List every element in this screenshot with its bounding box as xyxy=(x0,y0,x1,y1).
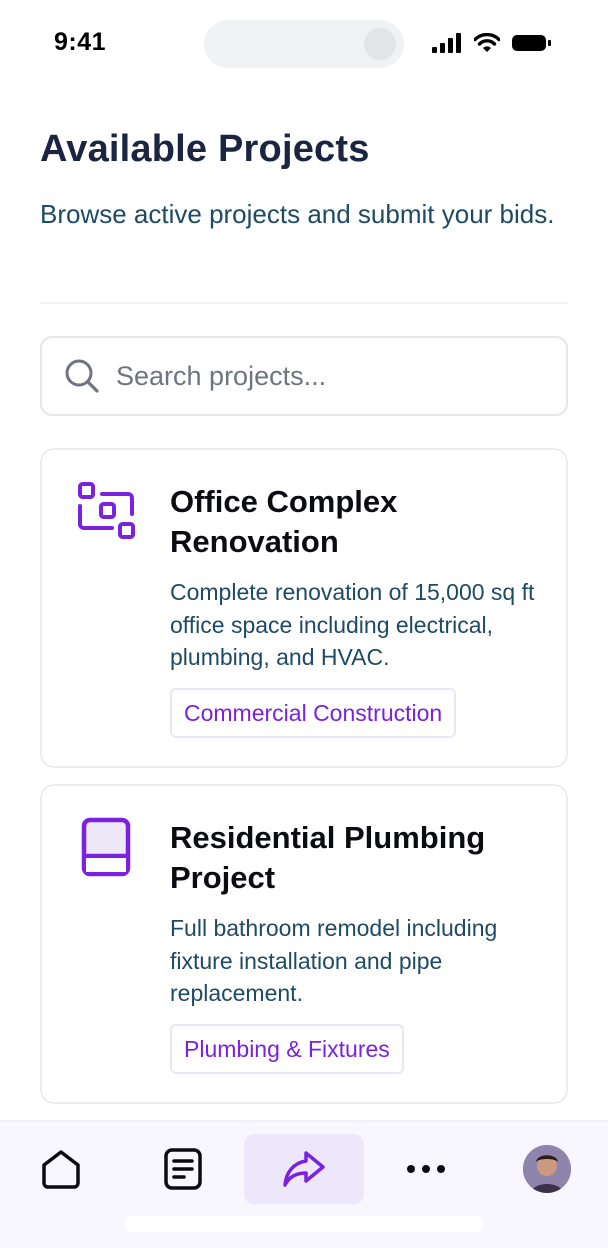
project-title: Office Complex Renovation xyxy=(170,484,398,559)
home-icon xyxy=(42,1150,80,1189)
project-title: Residential Plumbing Project xyxy=(170,820,486,895)
category-badge: Plumbing & Fixtures xyxy=(170,1024,404,1074)
home-indicator xyxy=(124,1216,484,1232)
signal-icon xyxy=(432,33,461,53)
status-time: 9:41 xyxy=(54,28,107,56)
project-card[interactable]: Residential Plumbing Project Full bathro… xyxy=(40,784,568,1104)
dynamic-island xyxy=(204,20,404,68)
status-icons xyxy=(432,33,552,53)
page-title: Available Projects xyxy=(40,128,370,170)
book-icon xyxy=(81,817,131,877)
battery-icon xyxy=(512,35,551,51)
layout-blocks-icon xyxy=(78,482,135,539)
project-card[interactable]: Office Complex Renovation Complete renov… xyxy=(40,448,568,768)
page-subtitle: Browse active projects and submit your b… xyxy=(40,199,555,229)
search-input[interactable] xyxy=(116,354,546,398)
bottom-nav xyxy=(0,1120,608,1248)
search-bar[interactable] xyxy=(40,336,568,416)
avatar xyxy=(523,1145,571,1193)
header-divider xyxy=(40,302,568,304)
status-bar: 9:41 xyxy=(0,0,608,88)
nav-more[interactable] xyxy=(388,1134,464,1204)
project-description: Full bathroom remodel including fixture … xyxy=(170,915,498,1006)
camera-dot xyxy=(364,28,396,60)
share-arrow-icon xyxy=(283,1151,325,1187)
category-badge: Commercial Construction xyxy=(170,688,457,738)
nav-bids[interactable] xyxy=(244,1134,364,1204)
nav-home[interactable] xyxy=(22,1134,100,1204)
document-icon xyxy=(164,1148,202,1190)
wifi-icon xyxy=(474,33,500,52)
nav-documents[interactable] xyxy=(144,1134,222,1204)
nav-profile[interactable] xyxy=(518,1134,576,1204)
project-description: Complete renovation of 15,000 sq ft offi… xyxy=(170,579,535,670)
more-icon xyxy=(407,1165,445,1173)
search-icon xyxy=(65,359,99,393)
avatar-icon xyxy=(523,1145,571,1193)
